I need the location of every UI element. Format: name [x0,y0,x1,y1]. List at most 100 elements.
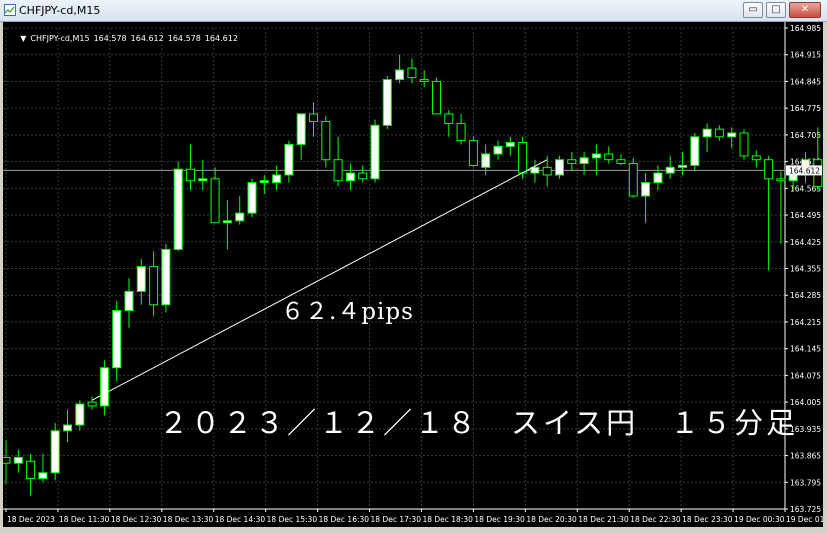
bear-candle [186,168,195,182]
bear-candle [604,153,614,161]
bull-candle [555,159,564,176]
bull-candle [222,220,232,224]
bear-candle [751,155,761,161]
bear-candle [26,460,36,479]
y-tick-label: 164.495 [790,211,821,220]
price-chart[interactable]: 164.985 164.915 164.845 164.775 164.705 164.6… [3,22,823,527]
bull-candle [99,367,109,407]
bull-candle [641,182,651,197]
x-tick-label: 18 Dec 15:30 [267,515,318,524]
trendline[interactable] [91,159,548,401]
y-tick-label: 164.355 [790,265,821,274]
y-tick-label: 164.705 [790,131,821,140]
bull-candle [112,309,122,369]
bull-candle [505,142,515,147]
bull-candle [124,290,134,311]
bear-candle [518,142,528,174]
bull-candle [173,168,183,250]
bull-candle [579,157,589,165]
bull-candle [75,403,85,426]
bull-candle [690,136,700,166]
bear-candle [567,159,577,165]
window-title: CHFJPY-cd,M15 [19,4,101,17]
bull-candle [63,424,72,432]
y-tick-label: 163.795 [790,478,821,487]
bear-candle [764,159,774,180]
x-tick-label: 18 Dec 14:30 [215,515,266,524]
bull-candle [13,456,23,464]
y-tick-label: 164.285 [790,291,821,300]
y-tick-label: 164.845 [790,77,821,86]
x-tick-label: 18 Dec 17:30 [371,515,422,524]
y-tick-label: 164.915 [790,51,821,60]
y-tick-label: 164.145 [790,345,821,354]
terminal-window: CHFJPY-cd,M15 ▭ □ ✕ 164.985 164.915 164.84… [0,0,827,533]
current-price-label: 164.612 [789,166,820,175]
bull-candle [493,145,503,155]
y-tick-label: 163.865 [790,452,821,461]
x-tick-label: 18 Dec 23:30 [682,515,733,524]
x-tick-label: 18 Dec 18:30 [422,515,473,524]
bear-candle [739,132,749,157]
y-tick-label: 163.725 [790,505,821,514]
bear-candle [407,67,417,79]
bull-candle [653,172,663,184]
maximize-button[interactable]: □ [766,2,786,18]
bull-candle [395,69,405,81]
y-tick-label: 164.775 [790,104,821,113]
y-tick-label: 164.985 [790,24,821,33]
bull-candle [235,212,245,222]
bear-candle [714,128,724,138]
bear-candle [444,113,454,124]
close-button[interactable]: ✕ [789,2,821,18]
bear-candle [628,163,638,197]
chart-header: ▼ CHFJPY-cd,M15 164.578 164.612 164.578 164.6… [5,25,242,52]
bear-candle [321,121,331,161]
x-tick-label: 18 Dec 22:30 [630,515,681,524]
bull-candle [788,174,798,182]
bull-candle [272,174,282,184]
bull-candle [345,172,355,182]
x-tick-label: 18 Dec 20:30 [526,515,577,524]
bear-candle [456,122,466,142]
bear-candle [776,178,786,182]
bull-candle [591,153,601,159]
header-close: 164.612 [204,34,238,43]
title-bar[interactable]: CHFJPY-cd,M15 ▭ □ ✕ [0,0,827,22]
bull-candle [284,143,294,176]
bear-candle [309,113,318,123]
bull-candle [198,178,208,182]
bull-candle [702,128,712,138]
bear-candle [468,140,478,166]
y-tick-label: 164.075 [790,371,821,380]
x-tick-label: 18 Dec 13:30 [163,515,214,524]
x-tick-label: 18 Dec 16:30 [319,515,370,524]
bull-candle [481,153,491,168]
header-low: 164.578 [167,34,201,43]
bull-candle [727,132,737,138]
x-tick-label: 18 Dec 19:30 [474,515,525,524]
bull-candle [136,266,146,292]
header-arrow-icon: ▼ [20,34,27,43]
x-tick-label: 18 Dec 2023 [7,515,55,524]
bear-candle [616,159,626,165]
bear-candle [87,401,97,407]
x-tick-label: 18 Dec 21:30 [578,515,629,524]
bull-candle [370,124,380,180]
pips-annotation: ６２.４pips [281,299,414,325]
bear-candle [149,266,159,306]
header-open: 164.578 [93,34,127,43]
bear-candle [358,172,368,180]
bull-candle [247,182,257,214]
minimize-button[interactable]: ▭ [743,2,763,18]
bull-candle [259,180,269,184]
x-tick-label: 19 Dec 01:30 [786,515,823,524]
x-tick-label: 18 Dec 12:30 [111,515,162,524]
header-symbol: CHFJPY-cd,M15 [30,34,90,43]
bull-candle [382,79,392,126]
bull-candle [38,472,48,479]
x-tick-label: 18 Dec 11:30 [59,515,110,524]
bull-candle [161,248,171,306]
candlestick-chart[interactable]: 164.985 164.915 164.845 164.775 164.705 164.6… [3,22,823,527]
bear-candle [3,456,11,464]
